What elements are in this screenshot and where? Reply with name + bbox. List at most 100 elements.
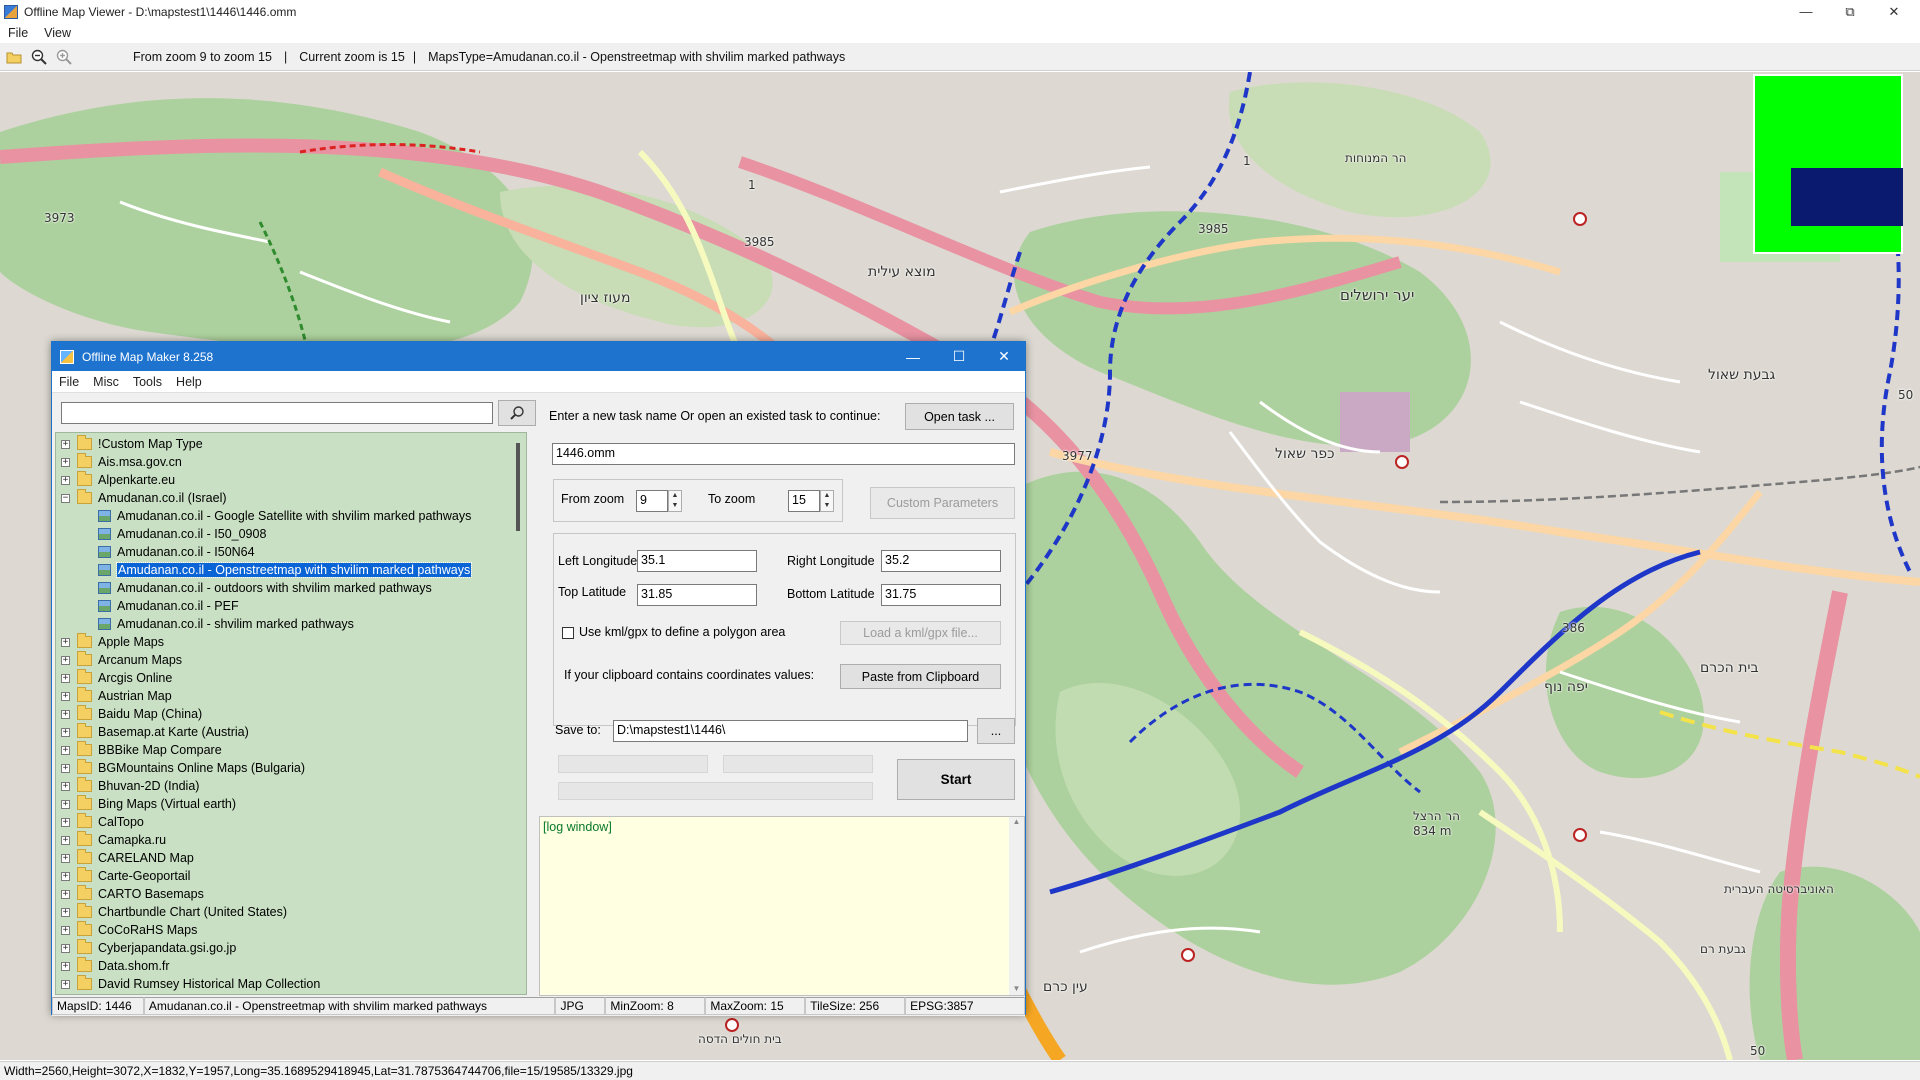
tree-map-item[interactable]: Amudanan.co.il - PEF xyxy=(98,597,239,615)
expand-icon[interactable]: + xyxy=(61,727,70,737)
expand-icon[interactable]: + xyxy=(61,979,70,989)
menu-tools[interactable]: Tools xyxy=(126,375,169,389)
tree-folder-item[interactable]: + Ais.msa.gov.cn xyxy=(61,453,182,471)
top-latitude-input[interactable]: 31.85 xyxy=(637,584,757,606)
use-kml-checkbox[interactable] xyxy=(562,627,574,639)
tree-folder-item[interactable]: + Data.shom.fr xyxy=(61,957,170,975)
menu-file[interactable]: File xyxy=(52,375,86,389)
load-kml-button[interactable]: Load a kml/gpx file... xyxy=(840,621,1001,645)
tree-scrollbar-thumb[interactable] xyxy=(516,443,520,531)
expand-icon[interactable]: + xyxy=(61,943,70,953)
tree-folder-item[interactable]: + BBBike Map Compare xyxy=(61,741,222,759)
zoom-in-icon[interactable] xyxy=(53,46,75,68)
to-zoom-input[interactable]: 15 xyxy=(788,490,820,512)
browse-folder-button[interactable]: ... xyxy=(977,718,1015,744)
zoom-out-icon[interactable] xyxy=(28,46,50,68)
tree-folder-item[interactable]: + Cyberjapandata.gsi.go.jp xyxy=(61,939,236,957)
menu-file[interactable]: File xyxy=(0,26,36,40)
collapse-icon[interactable]: − xyxy=(61,493,70,503)
menu-misc[interactable]: Misc xyxy=(86,375,126,389)
expand-icon[interactable]: + xyxy=(61,475,70,485)
custom-parameters-button[interactable]: Custom Parameters xyxy=(870,487,1015,519)
tree-folder-item[interactable]: + Austrian Map xyxy=(61,687,172,705)
expand-icon[interactable]: + xyxy=(61,781,70,791)
expand-icon[interactable]: + xyxy=(61,709,70,719)
tree-folder-item[interactable]: + Bhuvan-2D (India) xyxy=(61,777,199,795)
menu-view[interactable]: View xyxy=(36,26,79,40)
log-scrollbar[interactable]: ▲ ▼ xyxy=(1009,817,1024,995)
tree-folder-item[interactable]: + David Rumsey Historical Map Collection xyxy=(61,975,320,993)
bottom-latitude-input[interactable]: 31.75 xyxy=(881,584,1001,606)
expand-icon[interactable]: + xyxy=(61,655,70,665)
expand-icon[interactable]: + xyxy=(61,853,70,863)
expand-icon[interactable]: + xyxy=(61,799,70,809)
tree-map-item[interactable]: Amudanan.co.il - outdoors with shvilim m… xyxy=(98,579,432,597)
tree-folder-item[interactable]: + Carte-Geoportail xyxy=(61,867,190,885)
overview-map[interactable] xyxy=(1753,74,1903,254)
tree-scrollbar[interactable] xyxy=(510,433,526,994)
expand-icon[interactable]: + xyxy=(61,439,70,449)
dialog-close-button[interactable]: ✕ xyxy=(981,342,1027,371)
tree-folder-item[interactable]: + Basemap.at Karte (Austria) xyxy=(61,723,249,741)
open-folder-icon[interactable] xyxy=(3,46,25,68)
tree-folder-item[interactable]: + CoCoRaHS Maps xyxy=(61,921,197,939)
open-task-button[interactable]: Open task ... xyxy=(905,403,1014,430)
map-search-input[interactable] xyxy=(61,402,493,424)
to-zoom-stepper[interactable]: ▲ ▼ xyxy=(820,490,834,512)
tree-folder-item[interactable]: + CARELAND Map xyxy=(61,849,194,867)
expand-icon[interactable]: + xyxy=(61,925,70,935)
tree-folder-item[interactable]: + Chartbundle Chart (United States) xyxy=(61,903,287,921)
tree-map-item[interactable]: Amudanan.co.il - Openstreetmap with shvi… xyxy=(98,561,473,579)
expand-icon[interactable]: + xyxy=(61,817,70,827)
task-name-input[interactable]: 1446.omm xyxy=(552,443,1015,465)
tree-folder-item[interactable]: + CARTO Basemaps xyxy=(61,885,204,903)
paste-from-clipboard-button[interactable]: Paste from Clipboard xyxy=(840,664,1001,689)
tree-item-label: Amudanan.co.il - I50_0908 xyxy=(117,527,267,541)
tree-folder-item[interactable]: + Bing Maps (Virtual earth) xyxy=(61,795,236,813)
tree-map-item[interactable]: Amudanan.co.il - I50_0908 xyxy=(98,525,266,543)
close-button[interactable]: ✕ xyxy=(1872,0,1916,23)
map-type-tree[interactable]: + !Custom Map Type + Ais.msa.gov.cn + Alpenka… xyxy=(55,432,527,995)
start-button[interactable]: Start xyxy=(897,759,1015,800)
tree-folder-item[interactable]: + Apple Maps xyxy=(61,633,164,651)
left-longitude-input[interactable]: 35.1 xyxy=(637,550,757,572)
map-label: 3985 xyxy=(744,235,775,249)
from-zoom-input[interactable]: 9 xyxy=(636,490,668,512)
tree-folder-item[interactable]: + Arcgis Online xyxy=(61,669,172,687)
dialog-minimize-button[interactable]: — xyxy=(890,342,936,371)
expand-icon[interactable]: + xyxy=(61,745,70,755)
tree-map-item[interactable]: Amudanan.co.il - shvilim marked pathways xyxy=(98,615,354,633)
expand-icon[interactable]: + xyxy=(61,763,70,773)
expand-icon[interactable]: + xyxy=(61,457,70,467)
expand-icon[interactable]: + xyxy=(61,889,70,899)
tree-map-item[interactable]: Amudanan.co.il - Google Satellite with s… xyxy=(98,507,471,525)
tree-folder-item[interactable]: + Arcanum Maps xyxy=(61,651,182,669)
expand-icon[interactable]: + xyxy=(61,673,70,683)
restore-button[interactable]: ⧉ xyxy=(1828,0,1872,23)
expand-icon[interactable]: + xyxy=(61,691,70,701)
tree-folder-item[interactable]: + !Custom Map Type xyxy=(61,435,203,453)
dialog-titlebar[interactable]: Offline Map Maker 8.258 — ☐ ✕ xyxy=(52,342,1025,371)
tree-folder-item[interactable]: + Camapka.ru xyxy=(61,831,166,849)
tree-map-item[interactable]: Amudanan.co.il - I50N64 xyxy=(98,543,255,561)
from-zoom-stepper[interactable]: ▲ ▼ xyxy=(668,490,682,512)
left-longitude-label: Left Longitude xyxy=(558,554,638,568)
minimize-button[interactable]: — xyxy=(1784,0,1828,23)
dialog-maximize-button[interactable]: ☐ xyxy=(936,342,982,371)
expand-icon[interactable]: + xyxy=(61,907,70,917)
search-button[interactable] xyxy=(498,400,536,426)
tree-folder-item[interactable]: + Baidu Map (China) xyxy=(61,705,202,723)
save-path-input[interactable]: D:\mapstest1\1446\ xyxy=(613,720,968,742)
tree-folder-item[interactable]: − Amudanan.co.il (Israel) xyxy=(61,489,227,507)
overview-viewport-rect[interactable] xyxy=(1791,168,1903,226)
expand-icon[interactable]: + xyxy=(61,871,70,881)
expand-icon[interactable]: + xyxy=(61,961,70,971)
menu-help[interactable]: Help xyxy=(169,375,209,389)
tree-folder-item[interactable]: + Alpenkarte.eu xyxy=(61,471,175,489)
tree-folder-item[interactable]: + BGMountains Online Maps (Bulgaria) xyxy=(61,759,305,777)
right-longitude-input[interactable]: 35.2 xyxy=(881,550,1001,572)
expand-icon[interactable]: + xyxy=(61,637,70,647)
expand-icon[interactable]: + xyxy=(61,835,70,845)
tree-folder-item[interactable]: + CalTopo xyxy=(61,813,144,831)
log-window[interactable]: [log window] ▲ ▼ xyxy=(539,816,1025,996)
